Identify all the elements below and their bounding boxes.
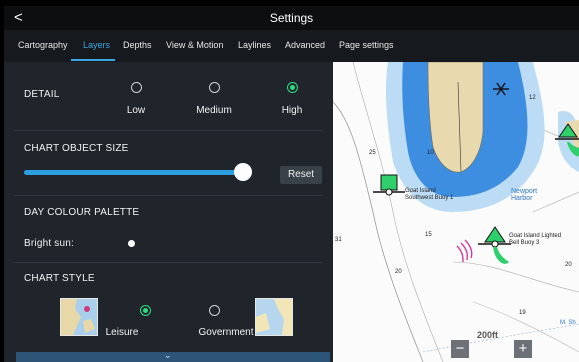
- depth-sounding: 31: [335, 237, 342, 243]
- government-radio[interactable]: [209, 305, 220, 316]
- day-colour-palette-title: DAY COLOUR PALETTE: [24, 207, 140, 218]
- title-bar: < Settings: [4, 6, 579, 30]
- detail-low-radio[interactable]: [131, 82, 142, 93]
- goat-island-bell-label: Goat Island Lighted Bell Buoy 3: [509, 233, 562, 246]
- zoom-in-button[interactable]: +: [514, 340, 532, 358]
- corner-map-label: M. Sh: [560, 320, 576, 326]
- scale-indicator: 200ft: [477, 330, 499, 340]
- newport-harbor-label: Newport Harbor: [511, 188, 538, 202]
- day-colour-palette-value[interactable]: Bright sun:: [24, 238, 74, 249]
- leisure-label: Leisure: [105, 327, 139, 338]
- depth-sounding: 20: [395, 269, 402, 275]
- depth-sounding: 25: [369, 150, 376, 156]
- page-title: Settings: [269, 11, 314, 25]
- tab-page-settings[interactable]: Page settings: [339, 40, 394, 50]
- detail-medium-radio[interactable]: [209, 82, 220, 93]
- tab-cartography[interactable]: Cartography: [18, 40, 68, 50]
- expand-bar[interactable]: ⌄: [16, 350, 330, 362]
- tab-depths[interactable]: Depths: [123, 40, 152, 50]
- reset-button[interactable]: Reset: [280, 166, 322, 184]
- tab-advanced[interactable]: Advanced: [285, 40, 325, 50]
- settings-window: < Settings Cartography Layers Depths Vie…: [4, 6, 579, 362]
- depth-sounding: 12: [529, 95, 536, 101]
- detail-high-radio[interactable]: [287, 82, 298, 93]
- divider: [14, 262, 323, 263]
- government-chart-thumbnail[interactable]: [255, 298, 293, 336]
- detail-title: DETAIL: [24, 89, 60, 100]
- depth-sounding: 20: [565, 262, 572, 268]
- slider-thumb[interactable]: [234, 163, 252, 181]
- depth-sounding: 15: [425, 232, 432, 238]
- leisure-radio[interactable]: [140, 305, 151, 316]
- active-tab-indicator: [71, 59, 115, 61]
- chart-style-title: CHART STYLE: [24, 273, 95, 284]
- goat-island-buoy-label: Goat Island Southwest Buoy 1: [405, 188, 454, 201]
- chart-object-size-title: CHART OBJECT SIZE: [24, 143, 129, 154]
- tab-view-motion[interactable]: View & Motion: [166, 40, 223, 50]
- depth-sounding: 19: [519, 310, 526, 316]
- detail-low-label: Low: [126, 105, 146, 116]
- chart-map-graphic: [333, 62, 579, 362]
- chart-map[interactable]: 25 31 15 20 19 20 12 10 Goat Island Sout…: [333, 62, 579, 362]
- depth-sounding: 10: [427, 150, 434, 156]
- chevron-down-icon[interactable]: ⌄: [164, 350, 172, 361]
- chart-object-size-slider[interactable]: [24, 170, 243, 175]
- detail-high-label: High: [281, 105, 303, 116]
- detail-medium-label: Medium: [196, 105, 232, 116]
- palette-indicator-dot: [128, 240, 135, 247]
- tab-laylines[interactable]: Laylines: [238, 40, 271, 50]
- divider: [14, 130, 323, 131]
- tab-bar: Cartography Layers Depths View & Motion …: [4, 30, 579, 62]
- layers-panel: DETAIL Low Medium High CHART OBJECT SIZE…: [4, 62, 331, 362]
- tab-layers[interactable]: Layers: [83, 40, 110, 50]
- zoom-out-button[interactable]: −: [451, 340, 469, 358]
- government-label: Government: [198, 327, 254, 338]
- divider: [14, 195, 323, 196]
